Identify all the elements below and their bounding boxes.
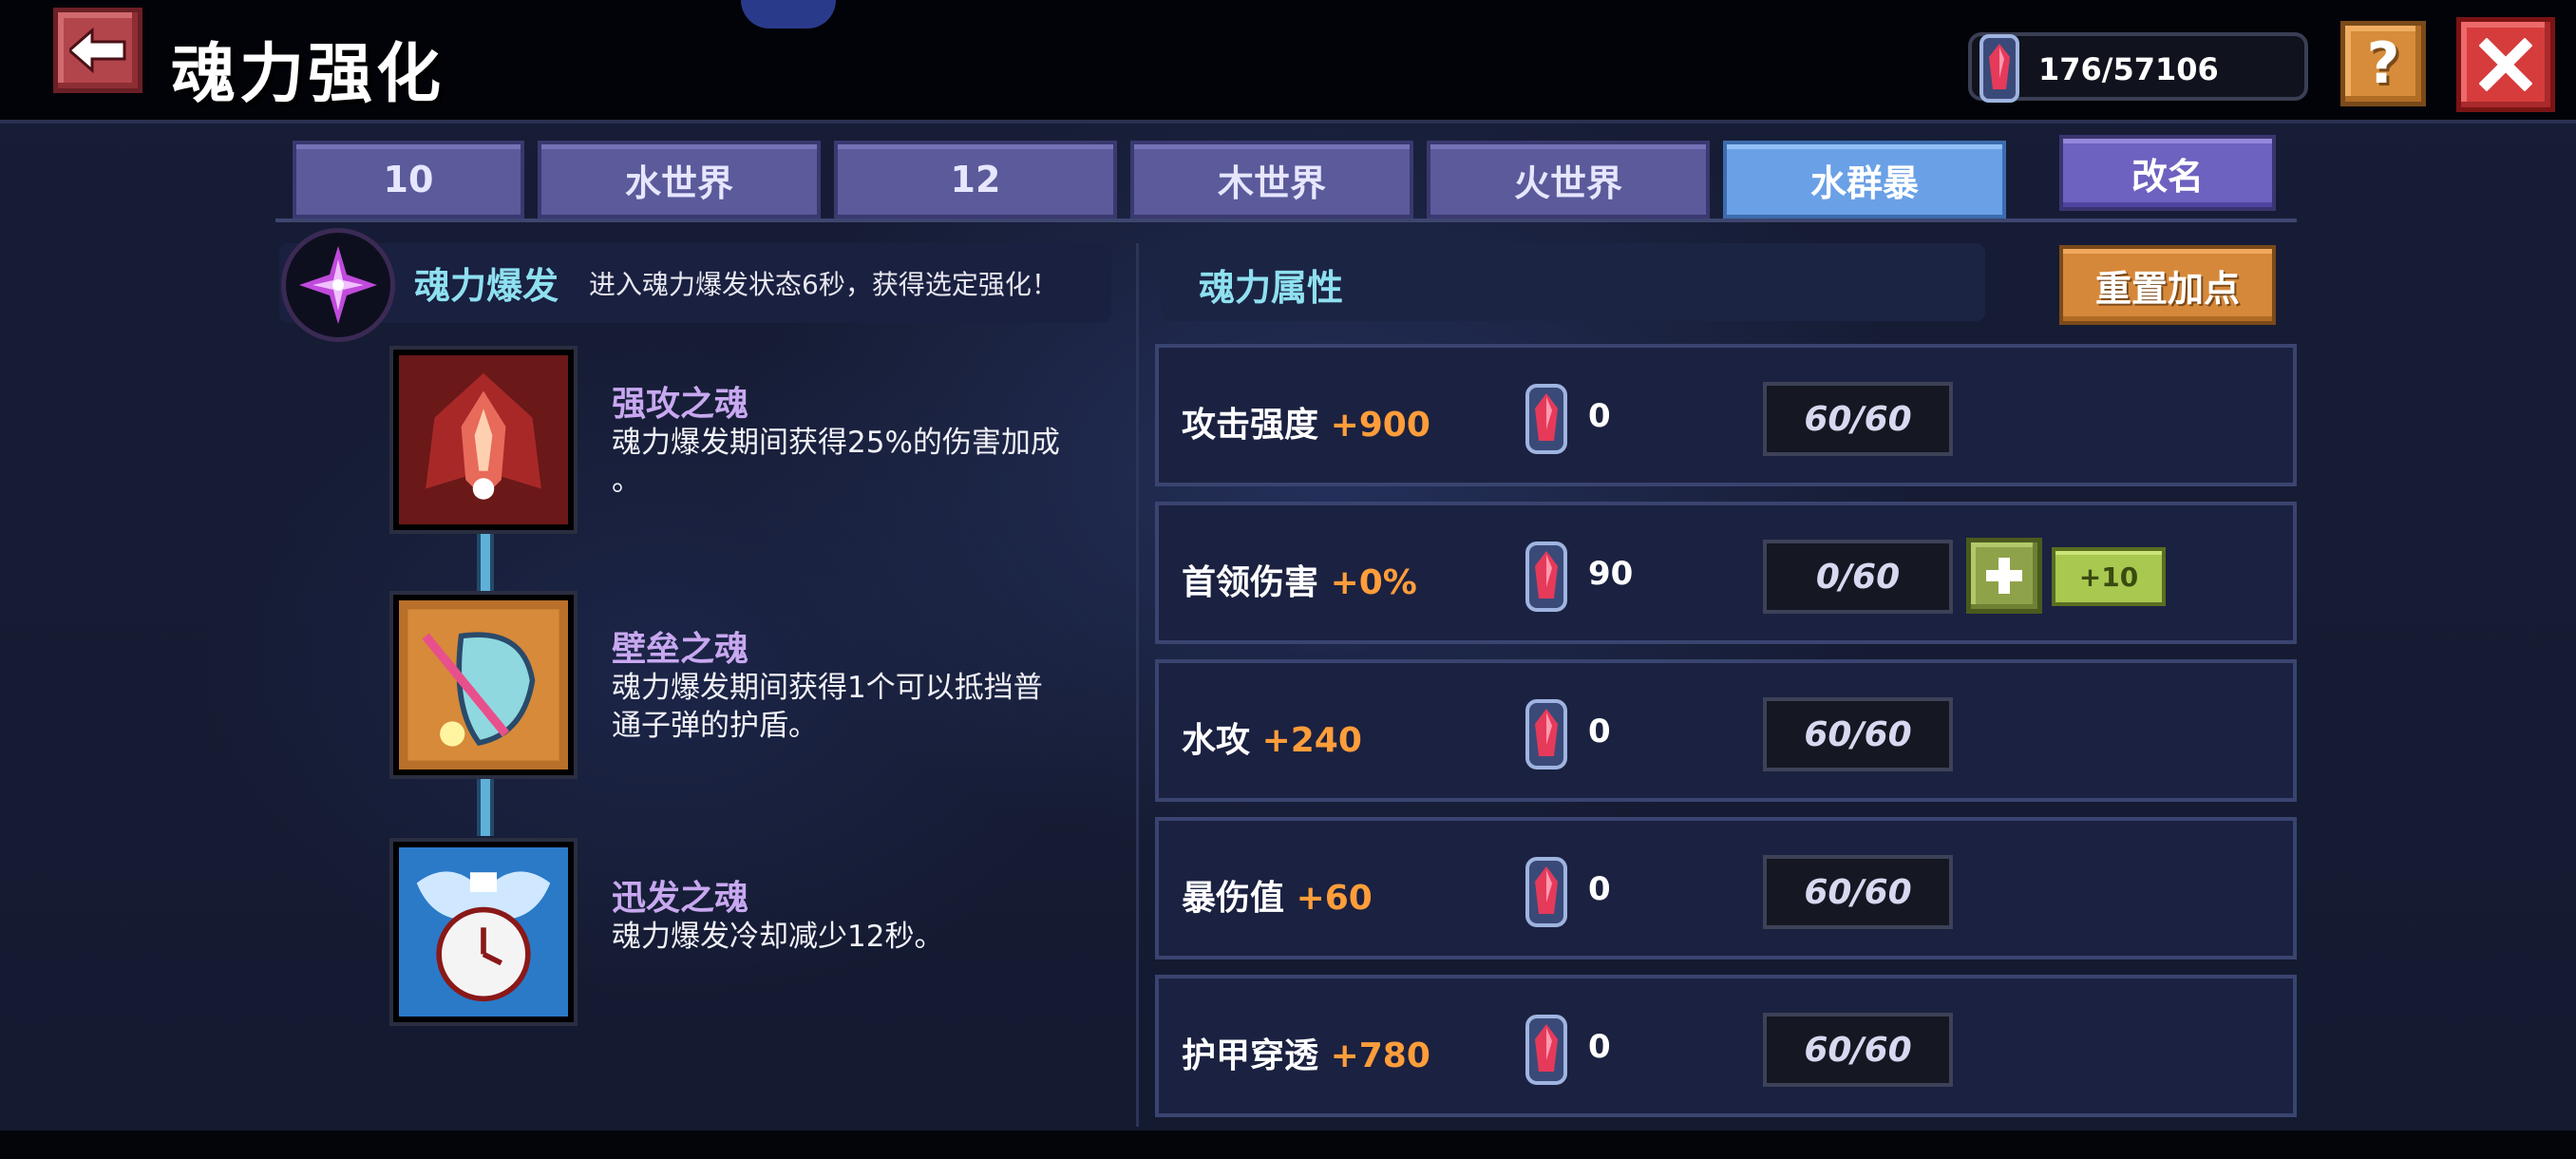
- soul-currency-display: 176/57106: [1968, 32, 2308, 103]
- skill-connector: [477, 779, 494, 836]
- attribute-label: 暴伤值 +60: [1182, 870, 1373, 920]
- tabs-underline: [275, 218, 2297, 222]
- tab-water-crit[interactable]: 水群暴: [1723, 141, 2006, 218]
- attribute-row-armor-penetration: 护甲穿透 +780 0 60/60: [1155, 975, 2297, 1117]
- soul-crystal-icon: [1525, 699, 1567, 770]
- skill-description-2: 魂力爆发期间获得1个可以抵挡普 通子弹的护盾。: [612, 669, 1125, 745]
- soul-currency-value: 176/57106: [2038, 51, 2219, 87]
- soul-burst-icon: [281, 228, 395, 342]
- back-button[interactable]: [53, 8, 142, 93]
- back-arrow-icon: [69, 27, 126, 74]
- page-title: 魂力强化: [171, 37, 445, 112]
- attribute-label: 水攻 +240: [1182, 712, 1362, 762]
- attribute-level: 60/60: [1763, 855, 1953, 929]
- tab-water-world[interactable]: 水世界: [538, 141, 821, 218]
- attribute-name: 首领伤害: [1182, 563, 1319, 602]
- tab-10[interactable]: 10: [293, 141, 524, 218]
- skill-description-1: 魂力爆发期间获得25%的伤害加成 。: [612, 424, 1125, 500]
- soul-crystal-icon: [1525, 857, 1567, 927]
- attributes-title: 魂力属性: [1199, 267, 1344, 309]
- skill-name-2: 壁垒之魂: [612, 630, 749, 669]
- attribute-cost: 90: [1588, 555, 1634, 593]
- tab-12[interactable]: 12: [834, 141, 1117, 218]
- attribute-level: 0/60: [1763, 540, 1953, 614]
- red-spirit-icon[interactable]: [393, 350, 574, 530]
- header-decoration: [741, 0, 836, 28]
- close-button[interactable]: [2456, 17, 2555, 112]
- attribute-level: 60/60: [1763, 1013, 1953, 1087]
- reset-points-button[interactable]: 重置加点: [2059, 245, 2276, 325]
- attribute-bonus: +240: [1261, 721, 1362, 760]
- tab-wood-world[interactable]: 木世界: [1130, 141, 1413, 218]
- attribute-row-crit-damage: 暴伤值 +60 0 60/60: [1155, 817, 2297, 960]
- help-button[interactable]: ?: [2340, 21, 2426, 106]
- skill-connector: [477, 534, 494, 591]
- soul-crystal-icon: [1525, 384, 1567, 454]
- attribute-level: 60/60: [1763, 697, 1953, 771]
- attribute-label: 攻击强度 +900: [1182, 397, 1430, 446]
- rename-button[interactable]: 改名: [2059, 135, 2276, 211]
- skill-name-3: 迅发之魂: [612, 879, 749, 918]
- attribute-row-water-attack: 水攻 +240 0 60/60: [1155, 659, 2297, 802]
- skill-description-2-line-1: 魂力爆发期间获得1个可以抵挡普: [612, 671, 1043, 705]
- soul-crystal-icon: [1525, 1015, 1567, 1085]
- soul-crystal-icon: [1525, 542, 1567, 612]
- attribute-name: 暴伤值: [1182, 879, 1285, 918]
- bottom-bar: [0, 1130, 2576, 1159]
- attribute-cost: 0: [1588, 870, 1611, 908]
- shield-spirit-icon[interactable]: [393, 595, 574, 775]
- close-icon: [2479, 38, 2532, 91]
- attribute-name: 水攻: [1182, 721, 1251, 760]
- soul-crystal-icon: [1979, 34, 2019, 103]
- attribute-row-attack-power: 攻击强度 +900 0 60/60: [1155, 344, 2297, 486]
- attribute-name: 攻击强度: [1182, 406, 1319, 445]
- attribute-cost: 0: [1588, 712, 1611, 750]
- skill-description-3-line-1: 魂力爆发冷却减少12秒。: [612, 920, 944, 954]
- skill-description-3: 魂力爆发冷却减少12秒。: [612, 918, 1125, 956]
- add-point-button[interactable]: [1966, 538, 2042, 614]
- attribute-row-boss-damage: 首领伤害 +0% 90 0/60 +10: [1155, 502, 2297, 644]
- attribute-label: 护甲穿透 +780: [1182, 1028, 1430, 1077]
- attribute-cost: 0: [1588, 1028, 1611, 1066]
- skill-description-1-line-1: 魂力爆发期间获得25%的伤害加成: [612, 426, 1060, 460]
- plus-icon: [1986, 558, 2022, 594]
- attribute-bonus: +60: [1296, 879, 1373, 918]
- tab-fire-world[interactable]: 火世界: [1427, 141, 1710, 218]
- add-ten-points-button[interactable]: +10: [2052, 547, 2166, 606]
- attribute-level: 60/60: [1763, 382, 1953, 456]
- burst-description: 进入魂力爆发状态6秒，获得选定强化！: [589, 269, 1058, 300]
- attribute-bonus: +0%: [1330, 563, 1417, 602]
- attribute-name: 护甲穿透: [1182, 1036, 1319, 1075]
- panel-divider: [1136, 243, 1139, 1127]
- attribute-bonus: +780: [1330, 1036, 1430, 1075]
- skill-name-1: 强攻之魂: [612, 385, 749, 424]
- skill-description-1-line-2: 。: [612, 464, 641, 498]
- attribute-bonus: +900: [1330, 406, 1430, 445]
- attribute-label: 首领伤害 +0%: [1182, 555, 1417, 604]
- skill-description-2-line-2: 通子弹的护盾。: [612, 709, 818, 743]
- burst-title: 魂力爆发: [414, 265, 559, 307]
- attribute-cost: 0: [1588, 397, 1611, 435]
- clock-spirit-icon[interactable]: [393, 842, 574, 1022]
